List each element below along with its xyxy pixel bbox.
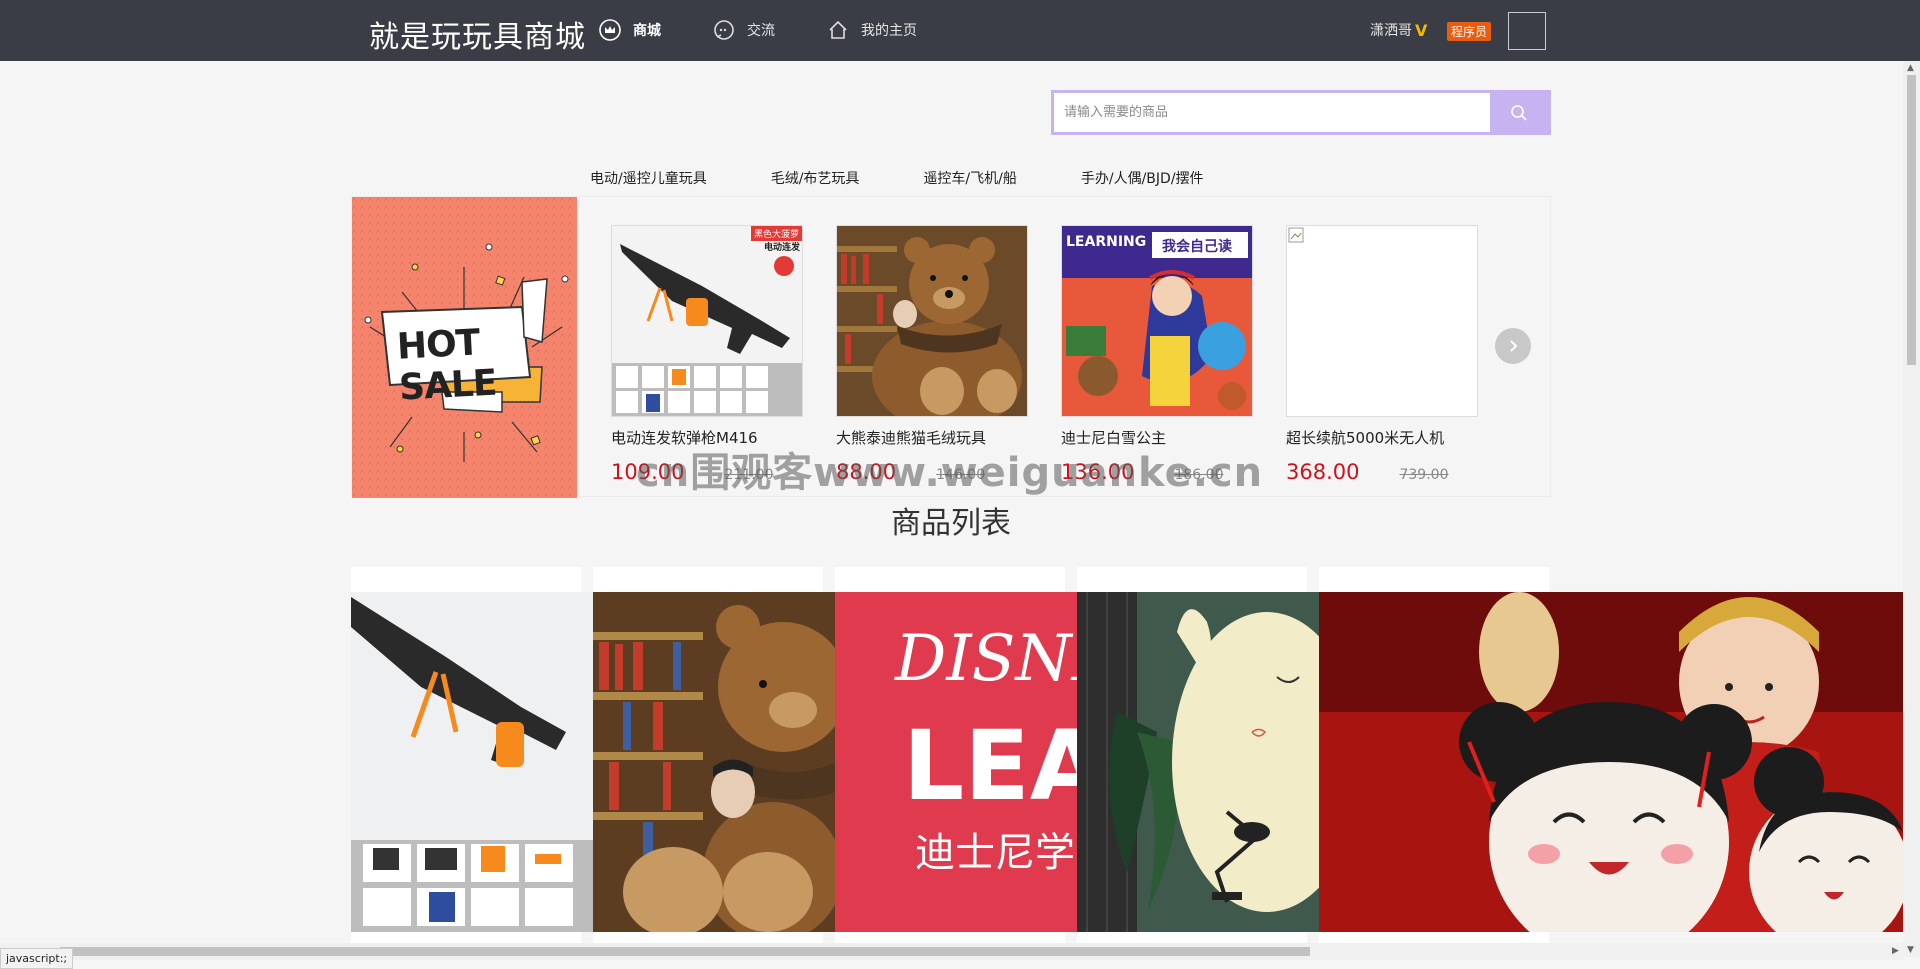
scroll-right-icon[interactable]: ▶ — [1892, 946, 1899, 956]
product-image[interactable]: LEARNING 我会自己读 — [1061, 225, 1253, 417]
avatar[interactable] — [1508, 12, 1546, 50]
product-card[interactable] — [1319, 567, 1903, 943]
carousel-next-button[interactable] — [1495, 328, 1531, 364]
product-price: 368.00 — [1286, 460, 1360, 484]
hot-sale-banner[interactable]: HOT SALE — [352, 197, 577, 498]
cover-title: 我会自己读 — [1162, 239, 1232, 255]
product-image[interactable] — [836, 225, 1028, 417]
chevron-right-icon — [1510, 340, 1518, 352]
vertical-scrollbar[interactable]: ▲ ▼ — [1903, 61, 1920, 957]
section-title: 商品列表 — [891, 506, 1011, 541]
top-navbar: 就是玩玩具商城 商城 交流 我的主页 潇洒哥 V 程序员 — [0, 0, 1920, 61]
product-name[interactable]: 超长续航5000米无人机 — [1286, 427, 1478, 448]
verified-icon: V — [1415, 20, 1428, 40]
category-figures[interactable]: 手办/人偶/BJD/摆件 — [1081, 168, 1204, 188]
crown-icon — [599, 19, 621, 41]
product-card-image[interactable] — [1077, 592, 1320, 932]
product-list: DISNE LEA 迪士尼学 — [351, 567, 1903, 943]
category-electric-toys[interactable]: 电动/遥控儿童玩具 — [590, 168, 707, 188]
product-card[interactable]: DISNE LEA 迪士尼学 — [835, 567, 1078, 943]
category-rc-vehicles[interactable]: 遥控车/飞机/船 — [923, 168, 1016, 188]
disney-logo: DISNE — [895, 622, 1078, 696]
product-card-image[interactable] — [593, 592, 836, 932]
product-card[interactable] — [593, 567, 836, 943]
category-plush-toys[interactable]: 毛绒/布艺玩具 — [771, 168, 860, 188]
nav-mall-label: 商城 — [633, 23, 661, 39]
hot-item[interactable]: 超长续航5000米无人机 368.00 739.00 — [1286, 225, 1478, 484]
status-bar: javascript:; — [0, 948, 74, 969]
role-badge: 程序员 — [1447, 22, 1492, 41]
search-input[interactable] — [1054, 93, 1490, 132]
cover-subtitle: 迪士尼学 — [915, 830, 1075, 876]
search-button[interactable] — [1490, 93, 1548, 132]
product-old-price: 739.00 — [1399, 467, 1449, 483]
vertical-scroll-thumb[interactable] — [1907, 75, 1916, 365]
chat-icon — [713, 19, 735, 41]
cover-big-text: LEA — [903, 710, 1078, 822]
search-icon — [1511, 104, 1527, 121]
hot-sale-text: HOT SALE — [395, 322, 498, 409]
product-card[interactable] — [1077, 567, 1320, 943]
nav-chat-label: 交流 — [747, 23, 775, 39]
product-card[interactable] — [351, 567, 594, 943]
horizontal-scrollbar[interactable]: ▶ — [0, 943, 1903, 960]
product-badge-2: 电动连发 — [763, 243, 800, 253]
nav-home-label: 我的主页 — [861, 23, 917, 39]
home-icon — [827, 19, 849, 41]
product-image[interactable]: 黑色大菠萝 电动连发 — [611, 225, 803, 417]
broken-image-icon — [1288, 227, 1304, 243]
nav-chat[interactable]: 交流 — [713, 18, 775, 42]
user-menu[interactable]: 潇洒哥 V — [1370, 20, 1427, 40]
nav-mall[interactable]: 商城 — [599, 18, 661, 42]
watermark: cn围观客www.weiguanke.cn — [636, 450, 1264, 496]
nav-home[interactable]: 我的主页 — [827, 18, 917, 42]
site-logo[interactable]: 就是玩玩具商城 — [369, 12, 586, 56]
cover-brand: LEARNING — [1066, 234, 1147, 250]
category-nav: 电动/遥控儿童玩具 毛绒/布艺玩具 遥控车/飞机/船 手办/人偶/BJD/摆件 — [590, 168, 1268, 188]
scroll-up-icon[interactable]: ▲ — [1907, 63, 1914, 73]
product-image-broken[interactable] — [1286, 225, 1478, 417]
product-card-image[interactable] — [1319, 592, 1903, 932]
horizontal-scroll-thumb[interactable] — [60, 947, 1310, 956]
search-bar — [1051, 90, 1551, 135]
product-card-image[interactable]: DISNE LEA 迪士尼学 — [835, 592, 1078, 932]
username: 潇洒哥 — [1370, 23, 1412, 39]
product-card-image[interactable] — [351, 592, 594, 932]
scroll-down-icon[interactable]: ▼ — [1907, 945, 1914, 955]
product-badge: 黑色大菠萝 — [750, 226, 802, 241]
